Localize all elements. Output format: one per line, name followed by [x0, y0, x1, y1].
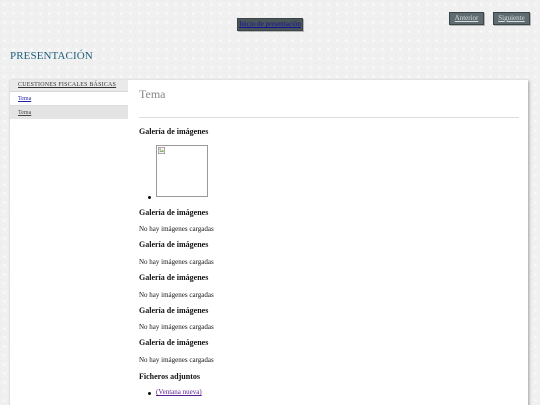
sidebar-item-tema-2[interactable]: Tema — [10, 105, 128, 119]
content-area: Tema Galería de imágenes Galería de imág… — [139, 80, 521, 405]
gallery-heading: Galería de imágenes — [139, 127, 209, 136]
attachments-heading: Ficheros adjuntos — [139, 372, 200, 381]
content-title: Tema — [139, 87, 166, 101]
main-panel: CUESTIONES FISCALES BÁSICAS Tema Tema Te… — [10, 80, 528, 405]
no-images-text: No hay imágenes cargadas — [139, 225, 214, 233]
gallery-heading: Galería de imágenes — [139, 338, 209, 347]
previous-button[interactable]: Anterior — [449, 12, 484, 25]
page-title: PRESENTACIÓN — [10, 50, 93, 62]
gallery-heading: Galería de imágenes — [139, 240, 209, 249]
sidebar: CUESTIONES FISCALES BÁSICAS Tema Tema — [10, 80, 128, 405]
gallery-image[interactable] — [156, 145, 208, 197]
list-bullet — [148, 392, 151, 395]
broken-image-icon — [158, 147, 165, 154]
no-images-text: No hay imágenes cargadas — [139, 291, 214, 299]
list-bullet — [148, 196, 151, 199]
attachment-link[interactable]: (Ventana nueva) — [156, 388, 202, 396]
start-presentation-button[interactable]: Inicio de presentación — [237, 18, 303, 31]
gallery-heading: Galería de imágenes — [139, 273, 209, 282]
content-divider — [139, 117, 519, 118]
no-images-text: No hay imágenes cargadas — [139, 323, 214, 331]
sidebar-header-link[interactable]: CUESTIONES FISCALES BÁSICAS — [10, 80, 128, 92]
no-images-text: No hay imágenes cargadas — [139, 356, 214, 364]
next-button[interactable]: Siguiente — [493, 12, 530, 25]
gallery-heading: Galería de imágenes — [139, 208, 209, 217]
no-images-text: No hay imágenes cargadas — [139, 258, 214, 266]
gallery-heading: Galería de imágenes — [139, 306, 209, 315]
sidebar-item-tema-1[interactable]: Tema — [10, 92, 128, 105]
